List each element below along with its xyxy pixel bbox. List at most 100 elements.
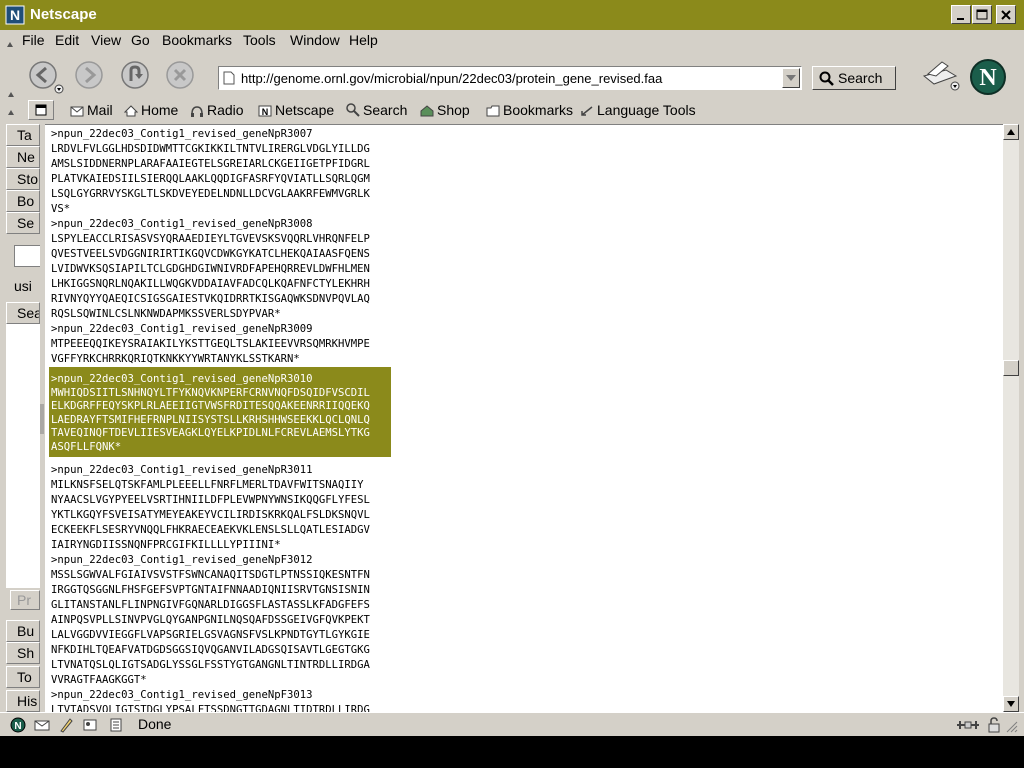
personal-shop[interactable]: Shop (420, 102, 470, 120)
close-button[interactable] (996, 5, 1016, 24)
chat-icon[interactable] (108, 717, 124, 733)
composer-icon[interactable] (58, 717, 74, 733)
vertical-scrollbar[interactable] (1003, 124, 1019, 712)
minimize-button[interactable] (951, 5, 971, 24)
personal-toolbar-grip-icon[interactable] (7, 108, 15, 116)
sequence-line: MTPEEEQQIKEYSRAIAKILYKSTTGEQLTSLAKIEEVVR… (51, 338, 370, 350)
sidebar-bottom-tab-2[interactable]: Sh (6, 642, 40, 664)
scroll-down-button[interactable] (1003, 696, 1019, 712)
menu-bookmarks[interactable]: Bookmarks (162, 32, 232, 48)
toolbar-grip-icon[interactable] (7, 90, 15, 98)
tab-toggle-button[interactable] (28, 100, 54, 120)
netscape-throbber-icon[interactable]: N (969, 58, 1007, 96)
menubar-grip-icon[interactable] (7, 42, 13, 47)
url-input[interactable] (241, 69, 781, 87)
shop-icon (420, 105, 434, 117)
fasta-text-before: >npun_22dec03_Contig1_revised_geneNpR300… (51, 127, 370, 367)
sidebar-bottom-tab-4[interactable]: His (6, 690, 40, 712)
sequence-line: IAIRYNGDIISSNQNFPRCGIFKILLLLYPIIINI* (51, 539, 281, 551)
status-bar: N Done (0, 712, 1024, 736)
scroll-up-button[interactable] (1003, 124, 1019, 140)
netscape-logo-icon: N (5, 5, 25, 25)
sidebar-prev-button[interactable]: Pr (10, 590, 40, 610)
sequence-line: RIVNYQYYQAEQICSIGSGAIESTVKQIDRRTKISGAQWK… (51, 293, 370, 305)
fasta-text-selected[interactable]: >npun_22dec03_Contig1_revised_geneNpR301… (51, 373, 370, 455)
sequence-line: MILKNSFSELQTSKFAMLPLEEELLFNRFLMERLTDAVFW… (51, 479, 364, 491)
reload-icon[interactable] (120, 60, 150, 90)
sequence-line: LTVTADSVQLIGTSTDGLYPSALFTSSDNGTTGDAGNLTI… (51, 704, 370, 712)
personal-toolbar: Mail Home Radio N Netscape Search Shop Bo… (0, 98, 1024, 122)
netscape-n-icon: N (258, 105, 272, 117)
sidebar: Ta Ne Sto Bo Se usi Sea Pr Bu Sh To His (6, 124, 40, 712)
menu-bar: File Edit View Go Bookmarks Tools Window… (0, 30, 1024, 52)
personal-bookmarks-label: Bookmarks (503, 102, 574, 118)
sequence-line: IRGGTQSGGNLFHSFGEFSVPTGNTAIFNNAADIQNIISR… (51, 584, 370, 596)
personal-mail-label: Mail (87, 102, 113, 118)
folder-icon (486, 105, 500, 117)
sequence-line: ELKDGRFFEQYSKPLRLAEEIIGTVWSFRDITESQQAKEE… (51, 400, 370, 413)
headphones-icon (191, 106, 203, 117)
sequence-line: MSSLSGWVALFGIAIVSVSTFSWNCANAQITSDGTLPTNS… (51, 569, 370, 581)
sidebar-bottom-tab-1[interactable]: Bu (6, 620, 40, 642)
sidebar-search-tab[interactable]: Sea (6, 302, 40, 324)
navigator-icon[interactable]: N (10, 717, 26, 733)
menu-tools[interactable]: Tools (243, 32, 276, 48)
sidebar-bottom-tab-1-label: Bu (17, 623, 35, 639)
sidebar-search-input[interactable] (14, 245, 40, 267)
address-book-icon[interactable] (82, 717, 98, 733)
url-bar (218, 66, 802, 90)
menu-help[interactable]: Help (349, 32, 378, 48)
personal-netscape[interactable]: N Netscape (258, 102, 334, 120)
mail-status-icon[interactable] (34, 717, 50, 733)
maximize-button[interactable] (972, 5, 992, 24)
forward-icon[interactable] (74, 60, 104, 90)
search-icon (346, 103, 360, 117)
sidebar-tab-4[interactable]: Bo (6, 190, 40, 212)
online-status-icon[interactable] (956, 717, 980, 733)
maximize-icon (976, 9, 988, 20)
sidebar-tab-1[interactable]: Ta (6, 124, 40, 146)
personal-netscape-label: Netscape (275, 102, 335, 118)
fasta-header-line: >npun_22dec03_Contig1_revised_geneNpF301… (51, 554, 313, 566)
personal-language-tools-label: Language Tools (597, 102, 696, 118)
sidebar-tab-5[interactable]: Se (6, 212, 40, 234)
menu-file[interactable]: File (22, 32, 45, 48)
close-icon (1001, 10, 1011, 20)
resize-grip-icon[interactable] (1006, 721, 1018, 733)
magnifier-icon (819, 71, 834, 86)
sidebar-bottom-tab-3[interactable]: To (6, 666, 40, 688)
print-icon[interactable] (916, 56, 964, 92)
personal-home-label: Home (141, 102, 179, 118)
sidebar-tab-2[interactable]: Ne (6, 146, 40, 168)
sidebar-tab-3[interactable]: Sto (6, 168, 40, 190)
personal-search[interactable]: Search (346, 102, 407, 120)
personal-language-tools[interactable]: Language Tools (580, 102, 696, 120)
svg-text:N: N (979, 65, 997, 91)
personal-shop-label: Shop (437, 102, 470, 118)
url-dropdown-button[interactable] (782, 68, 800, 88)
page-content[interactable]: >npun_22dec03_Contig1_revised_geneNpR300… (45, 124, 1003, 712)
stop-icon[interactable] (165, 60, 195, 90)
mail-icon (70, 106, 84, 117)
menu-go[interactable]: Go (131, 32, 150, 48)
fasta-header-line: >npun_22dec03_Contig1_revised_geneNpR301… (51, 464, 313, 476)
menu-edit[interactable]: Edit (55, 32, 79, 48)
personal-mail[interactable]: Mail (70, 102, 113, 120)
scroll-thumb[interactable] (1003, 360, 1019, 376)
sidebar-text: usi (14, 278, 32, 294)
sequence-line: RQSLSQWINLCSLNKNWDAPMKSSVERLSDYPVAR* (51, 308, 281, 320)
personal-radio-label: Radio (207, 102, 244, 118)
sequence-line: QVESTVEELSVDGGNIRIRTIKGQVCDWKGYKATCLHEKQ… (51, 248, 370, 260)
back-dropdown-icon[interactable] (54, 84, 64, 94)
search-button[interactable]: Search (812, 66, 896, 90)
title-bar[interactable]: N Netscape (0, 0, 1024, 30)
sequence-line: LSQLGYGRRVYSKGLTLSKDVEYEDELNDNLLDCVGLAAK… (51, 188, 370, 200)
security-lock-icon[interactable] (986, 717, 1002, 733)
menu-view[interactable]: View (91, 32, 121, 48)
personal-home[interactable]: Home (123, 102, 179, 120)
personal-bookmarks[interactable]: Bookmarks (486, 102, 573, 120)
sequence-line: MWHIQDSIITLSNHNQYLTFYKNQVKNPERFCRNVNQFDS… (51, 386, 370, 399)
sequence-line: VVRAGTFAAGKGGT* (51, 674, 147, 686)
menu-window[interactable]: Window (290, 32, 340, 48)
personal-radio[interactable]: Radio (190, 102, 244, 120)
